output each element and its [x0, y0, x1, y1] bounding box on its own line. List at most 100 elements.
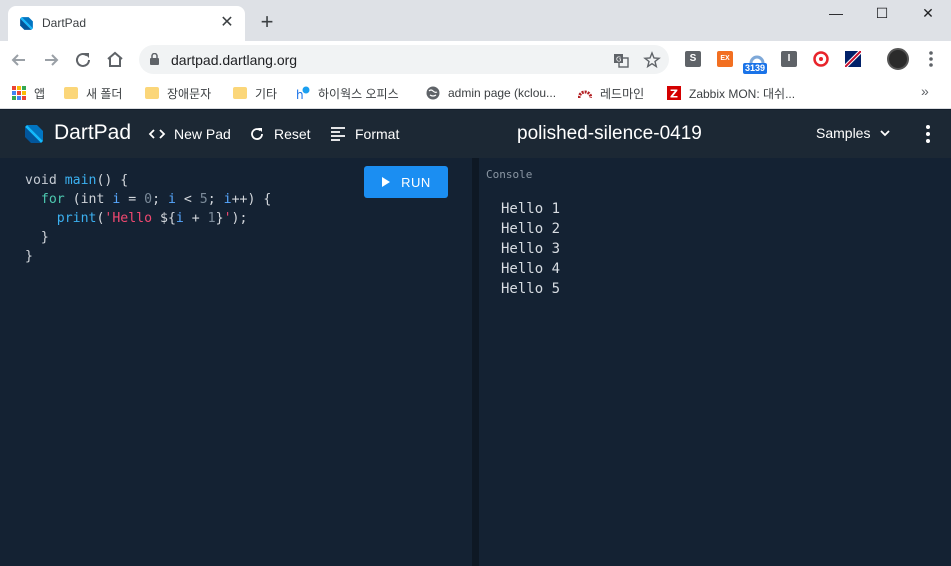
redmine-icon [578, 90, 592, 99]
code-text[interactable]: void main() { for (int i = 0; i < 5; i++… [25, 171, 271, 266]
tab-dartpad[interactable]: DartPad ✕ [8, 6, 245, 41]
refresh-icon [251, 128, 263, 140]
dartpad-header: DartPad New Pad Reset Format polished-si… [0, 110, 951, 158]
maximize-button[interactable]: ☐ [859, 0, 905, 28]
bookmark-label: 기타 [255, 86, 278, 101]
code-brackets-icon [148, 129, 166, 139]
code-token: } [215, 211, 224, 226]
bookmark-label: Zabbix MON: 대쉬... [689, 86, 796, 101]
forward-arrow-icon[interactable] [38, 47, 64, 73]
console-line: Hello 5 [501, 281, 561, 297]
code-token: int [80, 192, 105, 207]
code-token: ${ [160, 211, 176, 226]
reset-label: Reset [274, 126, 311, 142]
code-token: i [175, 211, 184, 226]
svg-text:h: h [296, 88, 304, 100]
code-token: for [40, 192, 65, 207]
red-extension-icon[interactable] [813, 51, 829, 67]
console-panel: Console Hello 1 Hello 2 Hello 3 Hello 4 … [479, 158, 951, 566]
new-pad-button[interactable]: New Pad [148, 122, 231, 146]
code-token: i [168, 192, 176, 207]
code-token: } [25, 249, 33, 264]
back-arrow-icon[interactable] [6, 47, 32, 73]
dart-logo-icon [25, 125, 43, 143]
bookmark-new-folder[interactable]: 새 폴더 [64, 83, 122, 103]
console-line: Hello 3 [501, 241, 561, 257]
bookmark-label: admin page (kclou... [448, 86, 557, 100]
samples-dropdown[interactable]: Samples [816, 125, 891, 141]
code-token: i [223, 192, 232, 207]
new-pad-label: New Pad [174, 126, 231, 142]
bookmark-label: 레드마인 [600, 86, 645, 101]
panel-splitter[interactable] [472, 158, 479, 566]
bookmark-apps[interactable]: 앱 [12, 83, 45, 103]
code-token: () { [96, 173, 129, 188]
hiworks-icon: h [296, 86, 310, 100]
reload-icon[interactable] [70, 47, 96, 73]
console-line: Hello 4 [501, 261, 561, 277]
code-token: 0 [144, 192, 153, 207]
bookmark-outage-sms[interactable]: 장애문자 [145, 83, 211, 103]
tab-strip: DartPad ✕ + — ☐ ✕ [0, 0, 951, 41]
more-vert-icon[interactable] [918, 122, 938, 146]
chrome-menu-icon[interactable] [921, 47, 941, 71]
bookmark-star-icon[interactable] [643, 51, 661, 69]
samples-label: Samples [816, 125, 871, 141]
folder-icon [145, 87, 159, 99]
dartpad-brand[interactable]: DartPad [54, 121, 131, 145]
console-output: Hello 1 Hello 2 Hello 3 Hello 4 Hello 5 [501, 199, 560, 299]
globe-icon [426, 86, 440, 100]
format-button[interactable]: Format [329, 122, 399, 146]
tab-close-icon[interactable]: ✕ [217, 13, 237, 33]
profile-avatar[interactable] [887, 48, 909, 70]
code-token: ); [231, 211, 248, 226]
console-line: Hello 2 [501, 221, 561, 237]
run-button[interactable]: RUN [364, 166, 448, 198]
address-bar[interactable]: dartpad.dartlang.org G [139, 45, 669, 74]
bookmark-label: 새 폴더 [86, 86, 123, 101]
bookmark-other[interactable]: 기타 [233, 83, 277, 103]
svg-text:Z: Z [670, 88, 678, 101]
translate-icon[interactable]: G [612, 51, 630, 69]
code-token: ; [152, 192, 169, 207]
lock-icon[interactable] [150, 53, 159, 65]
code-token: ( [64, 192, 81, 207]
format-align-icon [331, 127, 345, 141]
bookmark-hiworks[interactable]: h 하이웍스 오피스 [296, 83, 399, 103]
bookmark-admin-page[interactable]: admin page (kclou... [426, 83, 556, 103]
code-token: ' [223, 211, 232, 226]
zabbix-icon: Z [667, 86, 681, 100]
bookmarks-bar: 앱 새 폴더 장애문자 기타 h 하이웍스 오피스 admin page (kc… [0, 78, 951, 109]
s-extension-icon[interactable]: S [685, 51, 701, 67]
i-extension-icon[interactable]: I [781, 51, 797, 67]
flag-extension-icon[interactable] [843, 49, 863, 69]
svg-text:G: G [616, 56, 621, 64]
new-tab-button[interactable]: + [256, 11, 278, 34]
reset-button[interactable]: Reset [248, 122, 311, 146]
code-token: ; [207, 192, 224, 207]
ex-extension-icon[interactable]: EX [717, 51, 733, 67]
apps-icon [12, 86, 26, 100]
bookmark-label: 하이웍스 오피스 [318, 86, 399, 101]
code-token: + [183, 211, 208, 226]
code-token: } [40, 230, 49, 245]
pad-title: polished-silence-0419 [517, 123, 702, 144]
close-window-button[interactable]: ✕ [905, 0, 951, 28]
folder-icon [233, 87, 247, 99]
bookmark-redmine[interactable]: 레드마인 [578, 83, 644, 103]
bookmark-label: 장애문자 [167, 86, 212, 101]
code-token: ++) { [231, 192, 272, 207]
bookmarks-overflow-icon[interactable]: » [921, 83, 929, 99]
tab-title: DartPad [42, 16, 87, 30]
dart-favicon-icon [20, 17, 33, 30]
url-text[interactable]: dartpad.dartlang.org [171, 52, 297, 68]
minimize-button[interactable]: — [813, 0, 859, 28]
code-token: 5 [199, 192, 208, 207]
code-token: 'Hello [104, 211, 160, 226]
code-token: = [120, 192, 145, 207]
play-icon [382, 177, 391, 187]
home-icon[interactable] [102, 47, 128, 73]
bookmark-zabbix[interactable]: Z Zabbix MON: 대쉬... [667, 83, 795, 103]
bookmark-label: 앱 [34, 86, 46, 101]
code-editor[interactable]: void main() { for (int i = 0; i < 5; i++… [0, 158, 472, 566]
